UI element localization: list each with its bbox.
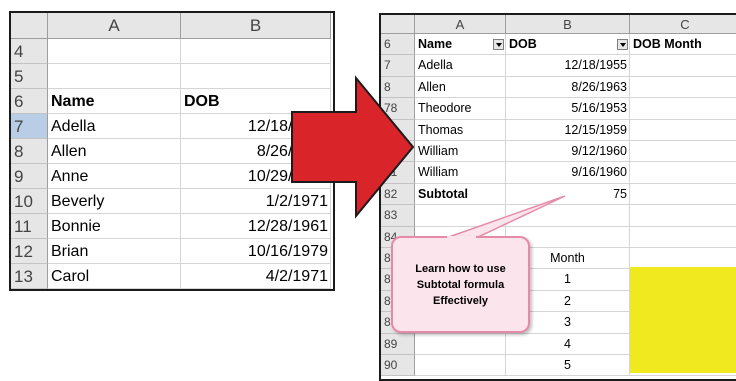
row-header: 78 — [381, 98, 415, 120]
row-header: 8 — [381, 76, 415, 99]
dob-cell: 9/16/1960 — [506, 162, 630, 184]
dob-cell: 5/16/1953 — [506, 98, 630, 120]
dob-cell: 8/26/1962 — [181, 139, 331, 164]
row-header: 13 — [11, 264, 48, 289]
yellow-highlight-area — [630, 267, 736, 373]
dob-cell: 12/15/1959 — [506, 119, 630, 141]
name-cell: Subtotal — [415, 183, 506, 206]
dob-cell: 12/28/1961 — [181, 214, 331, 239]
column-header-a: A — [415, 15, 506, 34]
name-cell — [48, 39, 181, 64]
name-cell: William — [415, 141, 506, 163]
name-cell: Allen — [48, 139, 181, 164]
dob-cell: 10/29/1947 — [181, 164, 331, 189]
name-cell: Adella — [415, 55, 506, 77]
name-cell: Adella — [48, 114, 181, 139]
left-spreadsheet: A B 4 5 6 Name DOB 7 Adella 12/18/1955 8 Allen 8/26/… — [9, 11, 335, 291]
dob-month-cell — [630, 162, 736, 184]
name-cell: Carol — [48, 264, 181, 289]
column-title-dob-month: DOB Month — [630, 34, 736, 56]
dob-cell: 5 — [506, 355, 630, 377]
row-header: 6 — [381, 34, 415, 56]
filter-dropdown-icon[interactable] — [617, 39, 628, 50]
column-header-c: C — [630, 15, 736, 34]
row-header: 8 — [11, 139, 48, 164]
row-header: 90 — [381, 355, 415, 377]
row-header: 11 — [11, 214, 48, 239]
dob-cell — [181, 64, 331, 89]
row-header: 9 — [11, 164, 48, 189]
row-header: 12 — [11, 239, 48, 264]
dob-cell: 8/26/1963 — [506, 76, 630, 99]
dob-cell: 9/12/1960 — [506, 141, 630, 163]
row-header: 10 — [11, 189, 48, 214]
row-header: 89 — [381, 333, 415, 355]
row-header: 79 — [381, 119, 415, 141]
dob-cell — [506, 205, 630, 227]
row-header: 6 — [11, 89, 48, 114]
name-cell: Anne — [48, 164, 181, 189]
dob-month-cell — [630, 55, 736, 77]
corner-cell — [381, 15, 415, 34]
column-title-dob: DOB — [506, 34, 630, 56]
name-cell: William — [415, 162, 506, 184]
row-header: 5 — [11, 64, 48, 89]
filter-dropdown-icon[interactable] — [493, 39, 504, 50]
dob-cell: 4/2/1971 — [181, 264, 331, 289]
column-title-dob: DOB — [181, 89, 331, 114]
column-title-name: Name — [48, 89, 181, 114]
dob-cell — [181, 39, 331, 64]
column-header-b: B — [181, 13, 331, 39]
callout-line-1: Learn how to use — [415, 262, 506, 275]
name-cell: Allen — [415, 76, 506, 99]
dob-month-cell — [630, 120, 736, 141]
row-header: 81 — [381, 162, 415, 184]
row-header: 7 — [11, 114, 48, 139]
dob-month-cell — [630, 227, 736, 248]
corner-cell — [11, 13, 48, 39]
dob-month-cell — [630, 98, 736, 120]
name-cell: Brian — [48, 239, 181, 264]
callout-box: Learn how to use Subtotal formula Effect… — [391, 236, 530, 333]
callout-line-3: Effectively — [432, 294, 489, 307]
row-header: 82 — [381, 183, 415, 206]
column-header-b: B — [506, 15, 630, 34]
column-header-a: A — [48, 13, 181, 39]
row-header: 4 — [11, 39, 48, 64]
subtotal-value: 75 — [506, 183, 630, 206]
name-cell: Theodore — [415, 98, 506, 120]
dob-cell: 1/2/1971 — [181, 189, 331, 214]
dob-cell: 4 — [506, 333, 630, 355]
dob-cell: 10/16/1979 — [181, 239, 331, 264]
row-header: 7 — [381, 55, 415, 77]
name-cell — [48, 64, 181, 89]
dob-cell: 12/18/1955 — [181, 114, 331, 139]
name-cell — [415, 355, 506, 377]
row-header: 80 — [381, 141, 415, 163]
pointer-seam — [447, 236, 476, 240]
dob-month-cell — [630, 141, 736, 163]
callout-line-2: Subtotal formula — [416, 278, 505, 291]
dob-month-cell — [630, 77, 736, 99]
dob-cell: 12/18/1955 — [506, 55, 630, 77]
name-cell: Thomas — [415, 119, 506, 141]
dob-month-cell — [630, 184, 736, 206]
row-header: 83 — [381, 205, 415, 227]
name-cell — [415, 333, 506, 355]
dob-month-cell — [630, 205, 736, 227]
name-cell — [415, 205, 506, 227]
name-cell: Beverly — [48, 189, 181, 214]
name-cell: Bonnie — [48, 214, 181, 239]
